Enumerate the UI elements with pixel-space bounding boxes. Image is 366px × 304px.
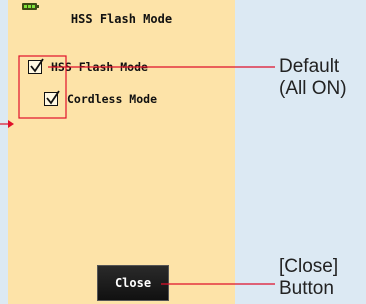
default-callout: Default (All ON) xyxy=(279,56,347,100)
default-callout-line2: (All ON) xyxy=(279,78,347,99)
close-callout-line2: Button xyxy=(279,278,334,299)
highlight-box xyxy=(18,55,67,119)
pointer-arrow-icon xyxy=(8,120,14,128)
close-callout-line1: [Close] xyxy=(279,256,339,277)
close-callout: [Close] Button xyxy=(279,256,338,300)
default-callout-line1: Default xyxy=(279,56,340,77)
